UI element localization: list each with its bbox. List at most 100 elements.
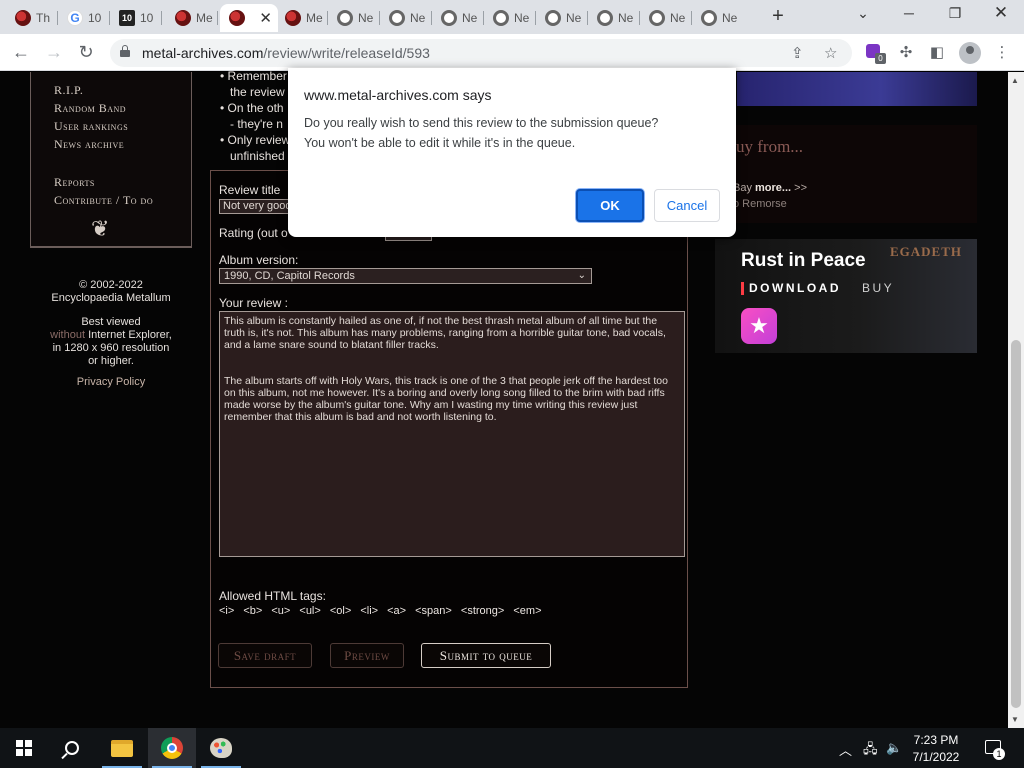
url-text[interactable]: metal-archives.com/review/write/releaseI…: [142, 45, 430, 61]
reload-button[interactable]: ↻: [74, 41, 98, 65]
close-window-button[interactable]: ✕: [989, 3, 1013, 23]
album-version-select[interactable]: 1990, CD, Capitol Records ⌄: [219, 268, 592, 284]
ad-album-title: Rust in Peace: [741, 250, 866, 271]
tab-title: 10: [140, 11, 154, 25]
scrollbar-thumb[interactable]: [1011, 340, 1021, 708]
privacy-policy-link[interactable]: Privacy Policy: [30, 376, 192, 389]
chrome-icon: [161, 737, 183, 759]
allowed-tags-list: <i> <b> <u> <ul> <ol> <li> <a> <span> <s…: [219, 605, 542, 617]
tab-search-icon[interactable]: ⌄: [851, 5, 875, 22]
browser-tab-active[interactable]: ✕: [220, 4, 278, 32]
show-hidden-icons[interactable]: ︿: [839, 740, 852, 759]
menu-item-news-archive[interactable]: News archive: [54, 137, 124, 152]
browser-tab[interactable]: Ne: [432, 4, 484, 32]
tab-title: Th: [36, 11, 51, 25]
dialog-message-line1: Do you really wish to send this review t…: [304, 116, 659, 130]
tab-title: Ne: [566, 11, 582, 25]
back-button[interactable]: ←: [9, 41, 33, 65]
tab-title: Ne: [410, 11, 426, 25]
scroll-down-icon[interactable]: ▼: [1011, 715, 1019, 724]
browser-tab[interactable]: G 10: [58, 4, 110, 32]
system-clock[interactable]: 7:23 PM 7/1/2022: [903, 732, 969, 766]
forward-button[interactable]: →: [42, 41, 66, 65]
tab-title: Me: [196, 11, 213, 25]
extension-icon[interactable]: 0: [866, 44, 886, 64]
menu-item-contribute[interactable]: Contribute / To do: [54, 193, 153, 208]
browser-tab[interactable]: 10 10: [110, 4, 162, 32]
itunes-star-icon: ★: [741, 308, 777, 344]
maximize-button[interactable]: ❐: [943, 5, 967, 22]
metal-archives-icon: [15, 10, 31, 26]
windows-logo-icon: [16, 740, 32, 756]
lock-icon[interactable]: [120, 45, 130, 57]
menu-item-random-band[interactable]: Random Band: [54, 101, 126, 116]
bookmark-star-icon[interactable]: ☆: [824, 44, 837, 62]
ten-icon: 10: [119, 10, 135, 26]
start-button[interactable]: [0, 728, 48, 768]
browser-tab[interactable]: Ne: [588, 4, 640, 32]
share-icon[interactable]: ⇪: [791, 44, 804, 62]
browser-tab[interactable]: Ne: [328, 4, 380, 32]
ok-button[interactable]: OK: [576, 189, 644, 222]
ad-accent-bar: [741, 282, 744, 295]
network-icon[interactable]: 🖧: [863, 740, 878, 762]
browser-tab[interactable]: Me: [276, 4, 328, 32]
browser-tab[interactable]: Me: [166, 4, 218, 32]
file-explorer-button[interactable]: [98, 728, 146, 768]
chevron-down-icon: ⌄: [577, 270, 586, 281]
scroll-up-icon[interactable]: ▲: [1011, 76, 1019, 85]
chrome-taskbar-button[interactable]: [148, 728, 196, 768]
save-draft-button[interactable]: Save draft: [218, 643, 312, 668]
ad-buy-link[interactable]: BUY: [862, 281, 894, 295]
chrome-page-icon: [649, 10, 665, 26]
ad-band-logo: EGADETH: [890, 244, 963, 259]
submit-to-queue-button[interactable]: Submit to queue: [421, 643, 551, 668]
search-button[interactable]: [48, 728, 96, 768]
ornament-icon: ❦: [91, 216, 110, 241]
copyright: © 2002-2022 Encyclopaedia Metallum: [51, 279, 171, 304]
search-icon: [65, 741, 79, 755]
menu-item-user-rankings[interactable]: User rankings: [54, 119, 128, 134]
tab-title: Ne: [618, 11, 634, 25]
chrome-page-icon: [597, 10, 613, 26]
extensions-puzzle-icon[interactable]: ✣: [896, 43, 916, 63]
browser-tab[interactable]: Th: [6, 4, 58, 32]
menu-item-rip[interactable]: R.I.P.: [54, 83, 83, 98]
sidebar-menu: R.I.P. Random Band User rankings News ar…: [30, 72, 192, 248]
review-textarea[interactable]: This album is constantly hailed as one o…: [219, 311, 685, 557]
album-version-label: Album version:: [219, 253, 299, 267]
google-icon: G: [67, 10, 83, 26]
side-panel-icon[interactable]: ◧: [927, 43, 947, 63]
album-cover-image: [737, 72, 977, 106]
browser-tab[interactable]: Ne: [640, 4, 692, 32]
new-tab-button[interactable]: +: [766, 5, 790, 28]
menu-kebab-icon[interactable]: ⋮: [992, 43, 1012, 63]
cancel-button[interactable]: Cancel: [654, 189, 720, 222]
profile-avatar[interactable]: [959, 42, 981, 64]
browser-tab[interactable]: Ne: [380, 4, 432, 32]
address-bar[interactable]: metal-archives.com/review/write/releaseI…: [110, 39, 852, 67]
browser-tab[interactable]: Ne: [692, 4, 744, 32]
ad-download-link[interactable]: DOWNLOAD: [749, 281, 841, 295]
screen: Th G 10 10 10 Me ✕ Me Ne Ne Ne Ne Ne Ne Ne…: [0, 0, 1024, 768]
review-rules: • Remember the review • On the oth - the…: [220, 69, 291, 163]
browser-tab[interactable]: Ne: [484, 4, 536, 32]
buy-link[interactable]: Bay more... >>: [733, 182, 807, 194]
notification-count-badge: 1: [993, 748, 1005, 760]
minimize-button[interactable]: ─: [897, 5, 921, 21]
tab-title: Ne: [358, 11, 374, 25]
paint-taskbar-button[interactable]: [197, 728, 245, 768]
preview-button[interactable]: Preview: [330, 643, 404, 668]
dialog-title: www.metal-archives.com says: [304, 87, 492, 103]
menu-item-reports[interactable]: Reports: [54, 175, 95, 190]
buy-store-link[interactable]: o Remorse: [733, 198, 787, 210]
browser-note: Best viewed without Internet Explorer, i…: [50, 316, 172, 367]
confirm-dialog: www.metal-archives.com says Do you reall…: [288, 68, 736, 237]
your-review-label: Your review :: [219, 296, 288, 310]
tab-title: Me: [306, 11, 323, 25]
chrome-page-icon: [389, 10, 405, 26]
folder-icon: [111, 739, 133, 757]
volume-icon[interactable]: 🔈: [886, 740, 902, 756]
browser-tab[interactable]: Ne: [536, 4, 588, 32]
close-tab-icon[interactable]: ✕: [259, 9, 272, 27]
